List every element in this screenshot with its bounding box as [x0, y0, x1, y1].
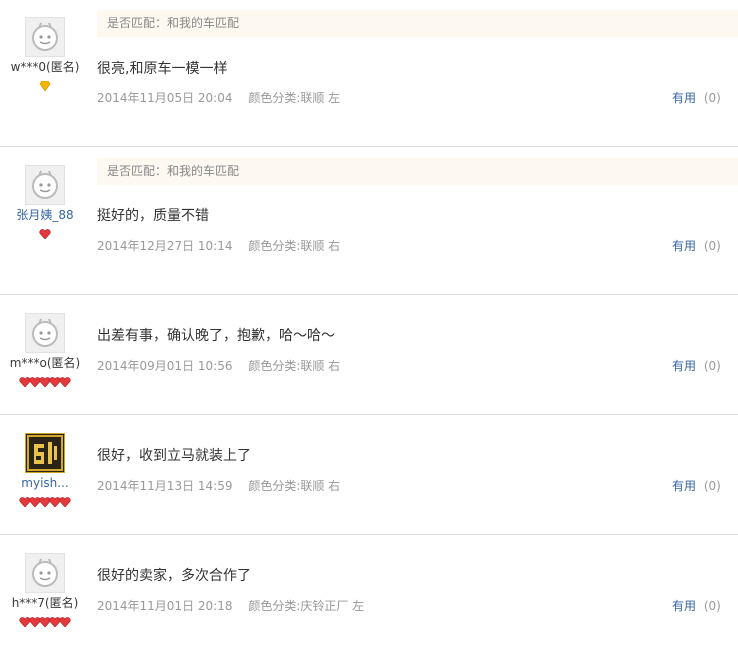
sku-info: 颜色分类:联顺 右 — [248, 479, 341, 493]
red-heart-icon — [59, 377, 71, 388]
useful-button[interactable]: 有用 (0) — [672, 359, 721, 373]
username: m***o(匿名) — [9, 356, 81, 370]
review-date: 2014年11月01日 20:18 — [97, 599, 233, 613]
review-date: 2014年09月01日 10:56 — [97, 359, 233, 373]
sku-info: 颜色分类:联顺 右 — [248, 359, 341, 373]
useful-count: (0) — [703, 91, 721, 105]
review-meta: 2014年11月05日 20:04 颜色分类:联顺 左 — [97, 91, 340, 105]
review-meta: 2014年09月01日 10:56 颜色分类:联顺 右 — [97, 359, 340, 373]
useful-button[interactable]: 有用 (0) — [672, 479, 721, 493]
buyer-rank — [0, 80, 90, 92]
sku-info: 颜色分类:联顺 左 — [248, 91, 341, 105]
review-meta: 2014年11月01日 20:18 颜色分类:庆铃正厂 左 — [97, 599, 364, 613]
red-heart-icon — [59, 497, 71, 508]
review-text: 出差有事，确认晚了，抱歉，哈～哈～ — [97, 328, 335, 344]
review-text: 很好，收到立马就装上了 — [97, 448, 251, 464]
custom-avatar-icon — [26, 434, 64, 472]
review-date: 2014年11月13日 14:59 — [97, 479, 233, 493]
review-item: 张月姨_88 是否匹配：和我的车匹配 挺好的，质量不错 2014年12月27日 … — [0, 147, 738, 295]
useful-label[interactable]: 有用 — [672, 479, 696, 493]
useful-label[interactable]: 有用 — [672, 359, 696, 373]
review-item: m***o(匿名) 出差有事，确认晚了，抱歉，哈～哈～ 2014年09月01日 … — [0, 295, 738, 415]
match-info: 是否匹配：和我的车匹配 — [97, 158, 738, 185]
useful-count: (0) — [703, 599, 721, 613]
review-text: 很亮,和原车一模一样 — [97, 61, 228, 77]
useful-label[interactable]: 有用 — [672, 239, 696, 253]
review-text: 挺好的，质量不错 — [97, 208, 209, 224]
avatar[interactable] — [25, 17, 65, 57]
review-meta: 2014年11月13日 14:59 颜色分类:联顺 右 — [97, 479, 340, 493]
red-heart-icon — [39, 229, 51, 240]
useful-button[interactable]: 有用 (0) — [672, 91, 721, 105]
buyer-rank — [0, 377, 90, 388]
useful-label[interactable]: 有用 — [672, 599, 696, 613]
useful-count: (0) — [703, 359, 721, 373]
review-item: myish... 很好，收到立马就装上了 2014年11月13日 14:59 颜… — [0, 415, 738, 535]
review-item: h***7(匿名) 很好的卖家，多次合作了 2014年11月01日 20:18 … — [0, 535, 738, 656]
default-avatar-icon — [32, 170, 58, 199]
buyer-rank — [0, 229, 90, 240]
gold-diamond-icon — [39, 80, 51, 92]
useful-button[interactable]: 有用 (0) — [672, 599, 721, 613]
default-avatar-icon — [32, 22, 58, 51]
review-item: w***0(匿名) 是否匹配：和我的车匹配 很亮,和原车一模一样 2014年11… — [0, 0, 738, 147]
username: w***0(匿名) — [10, 60, 80, 74]
username: h***7(匿名) — [11, 596, 79, 610]
sku-info: 颜色分类:庆铃正厂 左 — [248, 599, 365, 613]
sku-info: 颜色分类:联顺 右 — [248, 239, 341, 253]
review-date: 2014年12月27日 10:14 — [97, 239, 233, 253]
default-avatar-icon — [32, 318, 58, 347]
avatar[interactable] — [25, 165, 65, 205]
username[interactable]: myish... — [0, 476, 90, 490]
review-text: 很好的卖家，多次合作了 — [97, 568, 251, 584]
useful-label[interactable]: 有用 — [672, 91, 696, 105]
username[interactable]: 张月姨_88 — [0, 208, 90, 222]
review-date: 2014年11月05日 20:04 — [97, 91, 233, 105]
buyer-rank — [0, 497, 90, 508]
red-heart-icon — [59, 617, 71, 628]
avatar[interactable] — [25, 313, 65, 353]
review-meta: 2014年12月27日 10:14 颜色分类:联顺 右 — [97, 239, 340, 253]
useful-button[interactable]: 有用 (0) — [672, 239, 721, 253]
default-avatar-icon — [32, 558, 58, 587]
avatar[interactable] — [25, 553, 65, 593]
buyer-rank — [0, 617, 90, 628]
avatar[interactable] — [25, 433, 65, 473]
match-info: 是否匹配：和我的车匹配 — [97, 10, 738, 37]
useful-count: (0) — [703, 479, 721, 493]
useful-count: (0) — [703, 239, 721, 253]
